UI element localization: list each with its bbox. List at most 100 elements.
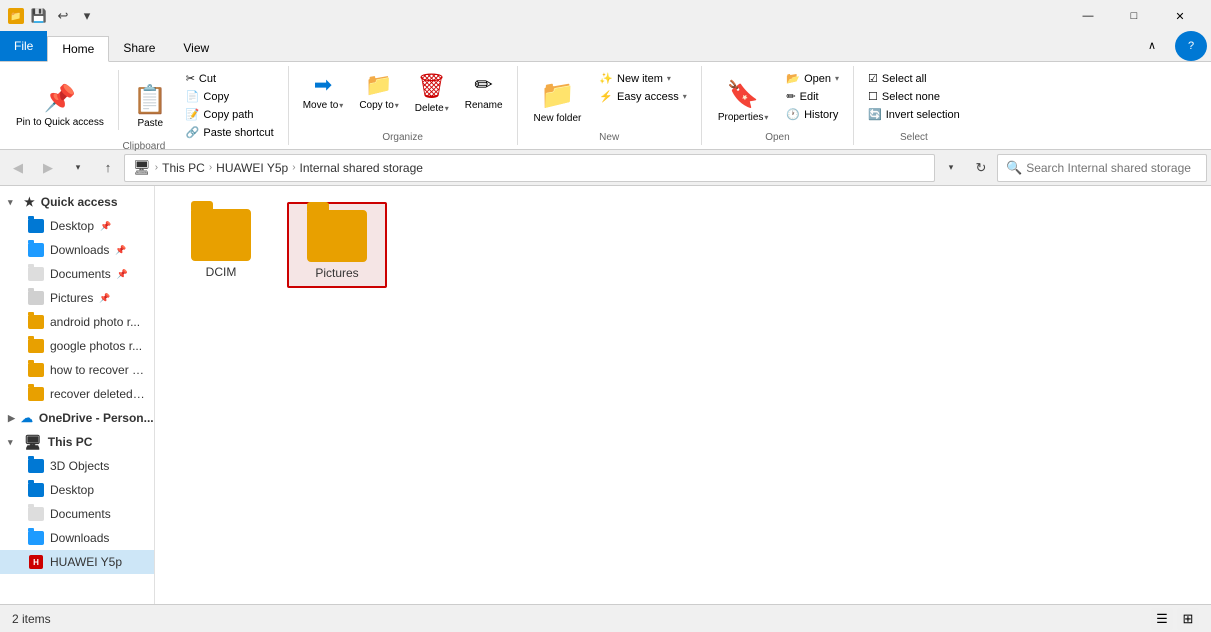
onedrive-icon: ☁ <box>21 411 33 425</box>
save-qat-button[interactable]: 💾 <box>28 5 50 27</box>
breadcrumb-dropdown-button[interactable]: ▾ <box>937 154 965 182</box>
history-button[interactable]: 🕐 History <box>780 106 845 123</box>
view-large-icons-button[interactable]: ⊞ <box>1177 608 1199 630</box>
undo-qat-button[interactable]: ↩ <box>52 5 74 27</box>
close-button[interactable]: ✕ <box>1157 0 1203 32</box>
sidebar-item-google-photos[interactable]: google photos r... <box>0 334 154 358</box>
copy-path-icon: 📝 <box>186 108 200 121</box>
select-all-icon: ☑ <box>868 72 878 85</box>
sidebar-item-pictures-quick[interactable]: Pictures 📌 <box>0 286 154 310</box>
back-button[interactable]: ◀ <box>4 154 32 182</box>
edit-button[interactable]: ✏ Edit <box>780 88 845 105</box>
copy-path-button[interactable]: 📝 Copy path <box>180 106 280 123</box>
view-details-button[interactable]: ☰ <box>1151 608 1173 630</box>
minimize-button[interactable]: — <box>1065 0 1111 32</box>
edit-icon: ✏ <box>786 90 795 103</box>
downloads-pc-label: Downloads <box>50 531 109 545</box>
sidebar-item-huawei-y5p[interactable]: H HUAWEI Y5p <box>0 550 154 574</box>
delete-dropdown: ▾ <box>445 104 449 113</box>
tab-home[interactable]: Home <box>47 36 109 62</box>
recent-locations-button[interactable]: ▾ <box>64 154 92 182</box>
qat-dropdown-button[interactable]: ▾ <box>76 5 98 27</box>
3d-objects-icon <box>28 458 44 474</box>
sidebar-section-onedrive[interactable]: ▶ ☁ OneDrive - Person... <box>0 406 154 430</box>
breadcrumb-this-pc[interactable]: This PC <box>162 161 205 175</box>
sidebar-item-3d-objects[interactable]: 3D Objects <box>0 454 154 478</box>
breadcrumb-current[interactable]: Internal shared storage <box>300 161 423 175</box>
easy-access-button[interactable]: ⚡ Easy access ▾ <box>593 88 692 105</box>
sidebar-item-documents-pc[interactable]: Documents <box>0 502 154 526</box>
forward-button[interactable]: ▶ <box>34 154 62 182</box>
properties-button[interactable]: 🔖 Properties ▾ <box>710 70 777 132</box>
select-group-content: ☑ Select all ☐ Select none 🔄 Invert sele… <box>862 66 966 132</box>
rename-icon: ✏ <box>474 72 492 98</box>
tab-file[interactable]: File <box>0 31 47 61</box>
select-label: Select <box>900 132 928 145</box>
refresh-button[interactable]: ↻ <box>967 154 995 182</box>
rename-button[interactable]: ✏ Rename <box>459 70 509 113</box>
item-count: 2 items <box>12 612 51 626</box>
sidebar-section-quick-access[interactable]: ▾ ★ Quick access <box>0 190 154 214</box>
paste-button[interactable]: 📋 Paste <box>125 70 176 141</box>
copy-icon: 📄 <box>186 90 200 103</box>
android-photo-label: android photo r... <box>50 315 140 329</box>
desktop-quick-label: Desktop <box>50 219 94 233</box>
select-all-button[interactable]: ☑ Select all <box>862 70 966 87</box>
onedrive-expand-icon: ▶ <box>8 413 15 424</box>
search-input[interactable] <box>1026 161 1198 175</box>
sidebar-item-how-to-recover[interactable]: how to recover e... <box>0 358 154 382</box>
paste-shortcut-button[interactable]: 🔗 Paste shortcut <box>180 124 280 141</box>
ribbon-collapse-button[interactable]: ∧ <box>1129 29 1175 61</box>
pin-indicator-2: 📌 <box>115 245 126 256</box>
tab-share[interactable]: Share <box>109 35 169 61</box>
google-photos-label: google photos r... <box>50 339 142 353</box>
file-item-pictures[interactable]: Pictures <box>287 202 387 288</box>
sidebar-item-recover-deleted[interactable]: recover deleted p... <box>0 382 154 406</box>
breadcrumb-sep-3: › <box>292 162 295 173</box>
pictures-folder-icon <box>307 210 367 262</box>
paste-icon: 📋 <box>133 83 168 116</box>
window-controls: — □ ✕ <box>1065 0 1203 32</box>
breadcrumb-device[interactable]: HUAWEI Y5p <box>216 161 288 175</box>
delete-button[interactable]: 🗑 Delete ▾ <box>409 70 455 116</box>
sidebar-item-android-photo[interactable]: android photo r... <box>0 310 154 334</box>
new-item-icon: ✨ <box>599 72 613 85</box>
up-button[interactable]: ↑ <box>94 154 122 182</box>
open-dropdown: ▾ <box>835 74 839 83</box>
sidebar-item-documents-quick[interactable]: Documents 📌 <box>0 262 154 286</box>
sidebar-item-downloads-pc[interactable]: Downloads <box>0 526 154 550</box>
cut-button[interactable]: ✂ Cut <box>180 70 280 87</box>
maximize-button[interactable]: □ <box>1111 0 1157 32</box>
pin-indicator-4: 📌 <box>99 293 110 304</box>
new-folder-button[interactable]: 📁 New folder <box>526 70 590 132</box>
this-pc-label: This PC <box>48 435 93 449</box>
invert-selection-button[interactable]: 🔄 Invert selection <box>862 106 966 123</box>
clipboard-label: Clipboard <box>122 141 165 154</box>
move-to-button[interactable]: ➡ Move to ▾ <box>297 70 350 113</box>
android-photo-icon <box>28 314 44 330</box>
pin-to-quick-access-button[interactable]: 📌 Pin to Quick access <box>8 70 112 141</box>
pin-indicator: 📌 <box>100 221 111 232</box>
sidebar-section-this-pc[interactable]: ▾ 🖥 This PC <box>0 430 154 454</box>
search-box[interactable]: 🔍 <box>997 154 1207 182</box>
status-bar-right: ☰ ⊞ <box>1151 608 1199 630</box>
organize-group: ➡ Move to ▾ 📁 Copy to ▾ 🗑 Delete ▾ <box>289 66 518 145</box>
invert-selection-icon: 🔄 <box>868 108 882 121</box>
sidebar-item-desktop-quick[interactable]: Desktop 📌 <box>0 214 154 238</box>
file-item-dcim[interactable]: DCIM <box>171 202 271 288</box>
copy-to-button[interactable]: 📁 Copy to ▾ <box>353 70 404 113</box>
select-none-button[interactable]: ☐ Select none <box>862 88 966 105</box>
tab-view[interactable]: View <box>169 35 223 61</box>
copy-button[interactable]: 📄 Copy <box>180 88 280 105</box>
help-button[interactable]: ? <box>1175 31 1207 61</box>
open-button[interactable]: 📂 Open ▾ <box>780 70 845 87</box>
new-item-button[interactable]: ✨ New item ▾ <box>593 70 692 87</box>
properties-icon: 🔖 <box>727 79 759 110</box>
breadcrumb[interactable]: 🖥 › This PC › HUAWEI Y5p › Internal shar… <box>124 154 935 182</box>
select-col: ☑ Select all ☐ Select none 🔄 Invert sele… <box>862 70 966 123</box>
sidebar-item-downloads-quick[interactable]: Downloads 📌 <box>0 238 154 262</box>
sidebar-item-desktop-pc[interactable]: Desktop <box>0 478 154 502</box>
pin-label: Pin to Quick access <box>16 116 104 129</box>
documents-quick-label: Documents <box>50 267 111 281</box>
move-to-icon: ➡ <box>314 72 332 98</box>
